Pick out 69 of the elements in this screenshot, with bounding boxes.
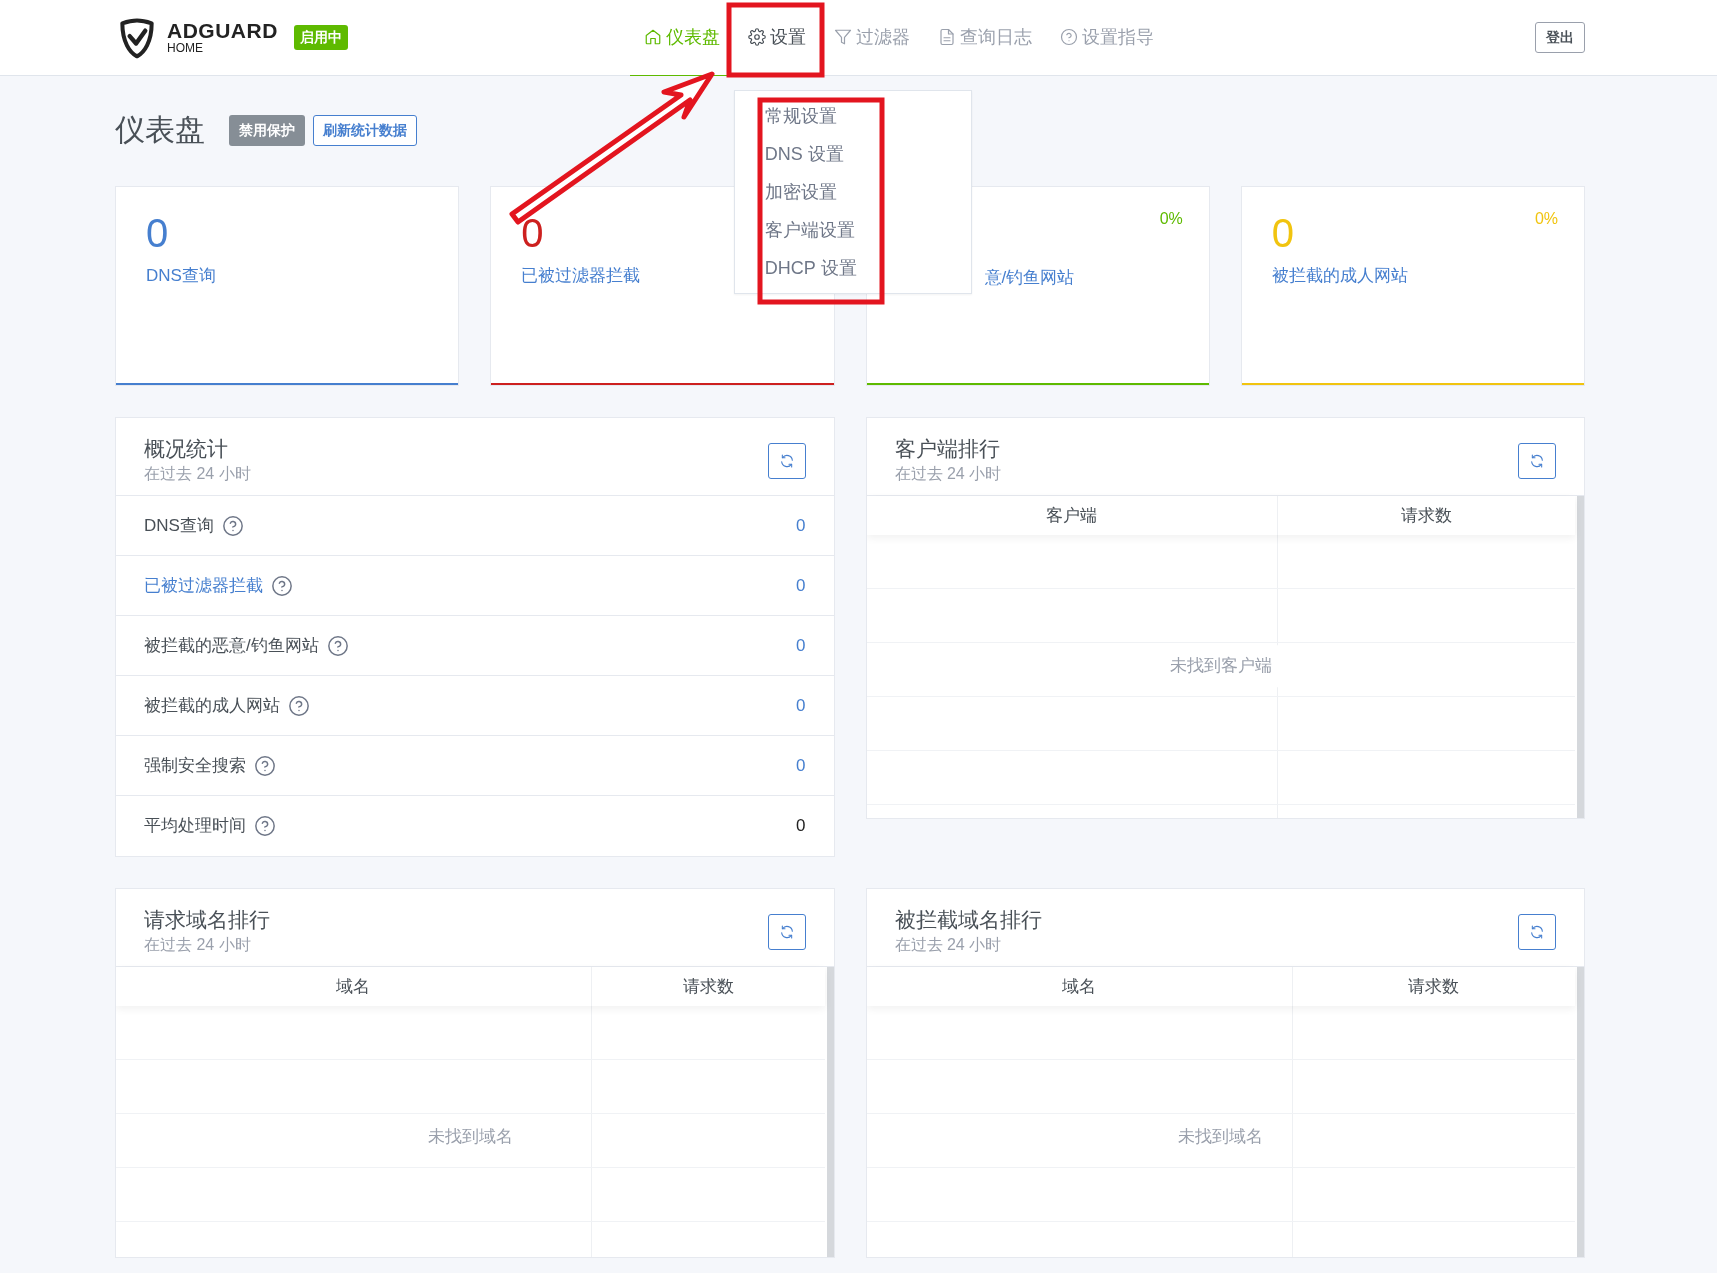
help-icon (288, 694, 310, 717)
settings-icon (747, 28, 766, 46)
help-icon (254, 815, 276, 837)
refresh-icon (1529, 452, 1545, 469)
stat-label[interactable]: 已被过滤器拦截 (144, 572, 263, 599)
stat-label: 平均处理时间 (144, 815, 246, 838)
percent-text: 0% (1534, 209, 1558, 229)
nav-link[interactable]: 设置指导 (1045, 0, 1168, 76)
panel-title: 请求域名排行 (144, 906, 270, 933)
counter-label: 已被过滤器拦截 (521, 265, 641, 287)
help-icon (271, 574, 293, 597)
percent-text: 0% (1159, 209, 1183, 229)
stat-label: 被拦截的成人网站 (144, 694, 280, 717)
logo-title: ADGUARD (167, 19, 278, 41)
help-icon (1059, 28, 1078, 46)
action-button[interactable]: 禁用保护 (229, 114, 305, 146)
column-header: 域名 (1061, 976, 1098, 998)
column-header: 请求数 (1291, 967, 1575, 1006)
counter-label: 被拦截的成人网站 (1271, 265, 1408, 287)
column-header: 客户端 (1045, 505, 1099, 527)
menu-item[interactable]: 加密设置 (734, 172, 971, 211)
stat-label: DNS查询 (144, 514, 214, 537)
stat-value: 0 (796, 694, 806, 717)
menu-item[interactable]: DNS 设置 (734, 134, 971, 173)
refresh-button[interactable] (1518, 913, 1556, 950)
help-icon (221, 514, 244, 537)
panel-title: 概况统计 (144, 435, 229, 462)
panel-title: 客户端排行 (894, 435, 1001, 462)
refresh-button[interactable] (1518, 442, 1556, 479)
counter-label: 意/钓鱼网站 (983, 267, 1075, 289)
refresh-button[interactable] (767, 913, 806, 950)
stat-value: 0 (796, 754, 806, 777)
filter-icon (833, 28, 852, 46)
menu-item[interactable]: DHCP 设置 (734, 248, 971, 287)
column-header: 域名 (335, 976, 372, 998)
panel-subtitle: 在过去 24 小时 (144, 464, 251, 485)
menu-item[interactable]: 客户端设置 (734, 210, 971, 249)
panel-subtitle: 在过去 24 小时 (894, 464, 1002, 485)
counter-value: 0 (1271, 213, 1294, 253)
stat-label: 强制安全搜索 (144, 754, 246, 777)
home-icon (643, 28, 662, 46)
help-icon (254, 754, 276, 777)
panel-title: 被拦截域名排行 (894, 906, 1042, 933)
panel-subtitle: 在过去 24 小时 (144, 935, 252, 956)
panel-subtitle: 在过去 24 小时 (894, 935, 1003, 956)
menu-item[interactable]: 常规设置 (734, 96, 971, 135)
help-icon (326, 634, 349, 657)
column-header: 请求数 (1277, 496, 1575, 535)
column-header: 请求数 (590, 967, 825, 1006)
refresh-icon (778, 923, 795, 940)
refresh-button[interactable] (767, 442, 806, 479)
counter-label: DNS查询 (146, 265, 216, 287)
nav-link[interactable]: 查询日志 (923, 0, 1046, 76)
refresh-icon (1529, 923, 1545, 940)
nav-link[interactable]: 过滤器 (819, 0, 924, 76)
status-badge: 启用中 (293, 25, 348, 50)
page-title: 仪表盘 (115, 112, 205, 148)
stat-value: 0 (796, 815, 806, 838)
counter-value: 0 (521, 213, 544, 253)
stat-value: 0 (796, 514, 806, 537)
counter-value: 0 (146, 213, 169, 253)
stat-value: 0 (796, 634, 806, 657)
refresh-icon (778, 452, 795, 469)
document-icon (937, 28, 956, 46)
stat-value: 0 (796, 574, 806, 597)
logout-button[interactable]: 登出 (1535, 22, 1585, 53)
stat-label: 被拦截的恶意/钓鱼网站 (144, 634, 319, 657)
logo-subtitle: HOME (167, 40, 204, 56)
action-button[interactable]: 刷新统计数据 (313, 114, 417, 146)
